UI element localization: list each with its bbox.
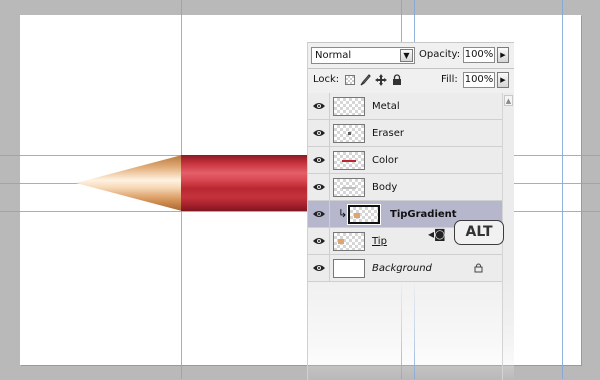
opacity-label: Opacity:	[419, 49, 461, 60]
divider	[308, 68, 514, 69]
pencil-body	[181, 155, 311, 211]
lock-paint-brush-icon[interactable]	[359, 74, 371, 86]
padlock-icon	[474, 263, 483, 273]
lock-all-padlock-icon[interactable]	[391, 74, 403, 86]
visibility-toggle[interactable]	[308, 147, 330, 173]
layer-row-background[interactable]: Background	[308, 255, 502, 282]
eye-icon	[313, 211, 325, 217]
layer-name: TipGradient	[390, 209, 457, 220]
lock-options	[345, 74, 403, 86]
visibility-toggle[interactable]	[308, 93, 330, 119]
layer-thumbnail	[333, 97, 365, 116]
lock-label: Lock:	[313, 74, 340, 85]
layer-name: Metal	[372, 101, 400, 112]
fill-label: Fill:	[441, 74, 458, 85]
visibility-toggle[interactable]	[308, 120, 330, 146]
layers-list: Metal Eraser Color Body ↳ TipGradient Ti…	[308, 93, 502, 282]
lock-transparency-icon[interactable]	[345, 75, 355, 85]
blend-mode-dropdown[interactable]: Normal ▼	[311, 47, 415, 64]
eye-icon	[313, 238, 325, 244]
fill-slider-button[interactable]: ▶	[497, 72, 509, 88]
layer-name: Background	[372, 263, 432, 274]
layer-name: Eraser	[372, 128, 405, 139]
fill-input[interactable]: 100%	[463, 72, 495, 88]
blend-mode-value: Normal	[315, 50, 352, 61]
eye-icon	[313, 184, 325, 190]
opacity-slider-button[interactable]: ▶	[497, 47, 509, 63]
visibility-toggle[interactable]	[308, 174, 330, 200]
layer-row-metal[interactable]: Metal	[308, 93, 502, 120]
layer-thumbnail	[333, 124, 365, 143]
layer-row-color[interactable]: Color	[308, 147, 502, 174]
eye-icon	[313, 103, 325, 109]
clipping-arrow-icon: ↳	[338, 207, 348, 220]
layer-row-eraser[interactable]: Eraser	[308, 120, 502, 147]
lock-position-move-icon[interactable]	[375, 74, 387, 86]
eye-icon	[313, 157, 325, 163]
alt-key-badge: ALT	[454, 220, 504, 245]
layer-thumbnail	[333, 151, 365, 170]
layers-panel: Normal ▼ Opacity: 100% ▶ Lock: Fill: 100…	[307, 42, 514, 380]
layer-name: Body	[372, 182, 398, 193]
layer-thumbnail	[333, 178, 365, 197]
opacity-input[interactable]: 100%	[463, 47, 495, 63]
eye-icon	[313, 265, 325, 271]
layer-thumbnail	[347, 204, 381, 225]
eye-icon	[313, 130, 325, 136]
clipping-cursor-icon: ◂◙	[428, 227, 446, 241]
scroll-up-icon[interactable]: ▲	[504, 95, 513, 106]
layer-row-body[interactable]: Body	[308, 174, 502, 201]
layer-thumbnail	[333, 259, 365, 278]
vertical-guide	[562, 0, 563, 379]
layer-name: Color	[372, 155, 399, 166]
chevron-down-icon[interactable]: ▼	[400, 49, 413, 62]
layer-thumbnail	[333, 232, 365, 251]
layer-name: Tip	[372, 236, 387, 247]
visibility-toggle[interactable]	[308, 201, 330, 227]
visibility-toggle[interactable]	[308, 228, 330, 254]
visibility-toggle[interactable]	[308, 255, 330, 281]
